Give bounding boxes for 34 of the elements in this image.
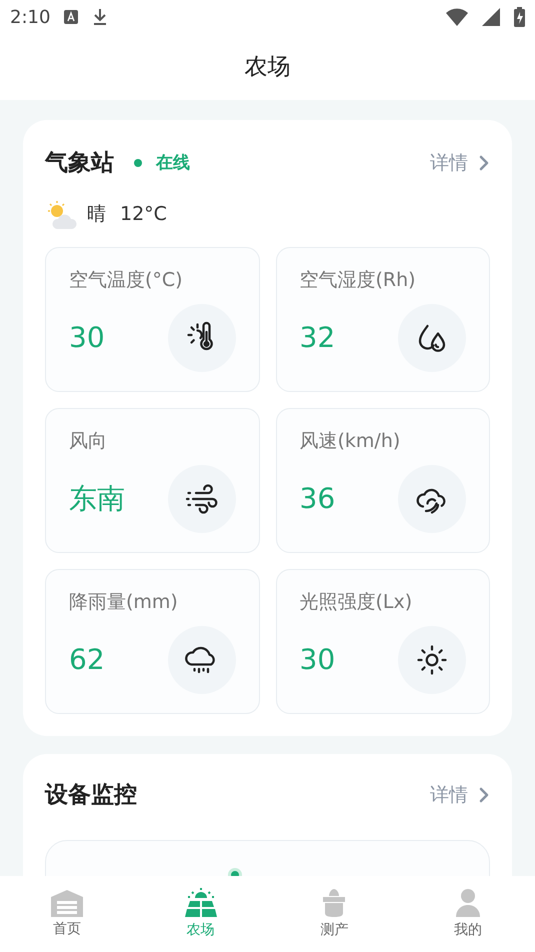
sensor-label: 降雨量(mm) — [69, 590, 179, 614]
card-title: 设备监控 — [45, 780, 137, 810]
weather-text: 晴 — [87, 202, 106, 228]
keyboard-notification-icon — [64, 10, 78, 24]
signal-icon — [482, 8, 500, 26]
sensor-value: 36 — [300, 481, 336, 517]
card-title: 气象站 — [45, 149, 114, 178]
nav-tab[interactable]: 农场 — [134, 876, 268, 952]
battery-icon — [514, 7, 525, 27]
nav-tab[interactable]: 测产 — [268, 876, 402, 952]
download-icon — [92, 8, 108, 26]
sensor-label: 空气温度(°C) — [69, 268, 184, 292]
status-time: 2:10 — [10, 6, 50, 30]
page-title: 农场 — [244, 52, 290, 82]
sensor-label: 风向 — [69, 428, 108, 454]
chevron-right-icon — [478, 154, 490, 172]
sensor-value: 32 — [300, 320, 336, 356]
solar-panel-icon — [184, 888, 218, 918]
details-link[interactable]: 详情 — [430, 780, 490, 809]
sensor-value: 62 — [69, 642, 105, 678]
details-link[interactable]: 详情 — [430, 149, 490, 178]
sensor-value: 30 — [69, 320, 105, 356]
sensor-label: 风速(km/h) — [300, 428, 402, 454]
status-label: 在线 — [156, 152, 190, 174]
sensor-value: 东南 — [69, 481, 125, 517]
chevron-right-icon — [478, 786, 490, 804]
temperature-text: 12°C — [120, 202, 167, 228]
wifi-icon — [446, 8, 468, 26]
nav-tab[interactable]: 首页 — [0, 876, 134, 952]
sensor-label: 空气湿度(Rh) — [300, 268, 417, 292]
nav-tab[interactable]: 我的 — [401, 876, 535, 952]
garage-icon — [50, 888, 84, 916]
sensor-value: 30 — [300, 642, 336, 678]
sensor-label: 光照强度(Lx) — [300, 590, 414, 614]
